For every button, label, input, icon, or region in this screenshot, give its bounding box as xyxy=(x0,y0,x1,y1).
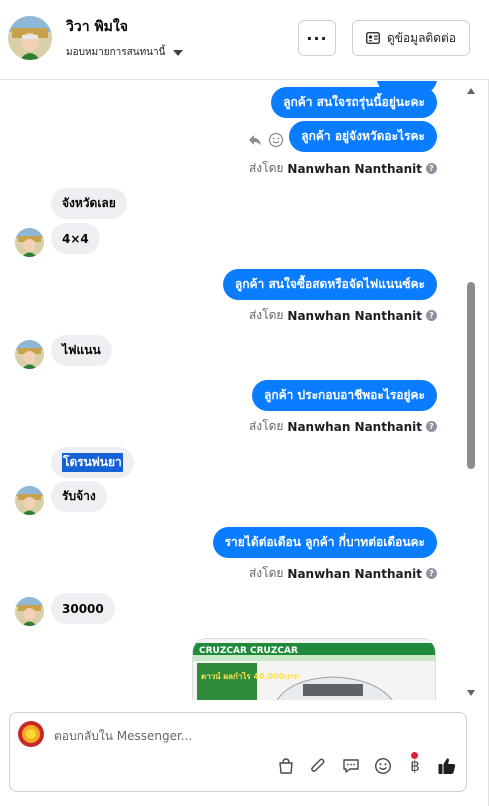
scroll-down-arrow-icon[interactable] xyxy=(467,690,475,696)
sent-by-prefix: ส่งโดย xyxy=(248,419,284,433)
like-icon[interactable] xyxy=(437,756,457,776)
react-icon[interactable] xyxy=(268,132,284,148)
message-bubble-incoming[interactable]: จังหวัดเลย xyxy=(51,188,127,219)
avatar xyxy=(15,340,44,369)
image-promo-text: ดาวน์ ผลกำไร 40,000บาท xyxy=(201,671,299,681)
view-contact-label: ดูข้อมูลติดต่อ xyxy=(386,30,457,45)
sent-by-prefix: ส่งโดย xyxy=(248,566,284,580)
notification-dot xyxy=(411,752,418,759)
baht-icon[interactable]: ฿ xyxy=(405,756,425,776)
sent-by-line: ส่งโดย Nanwhan Nanthanit ? xyxy=(249,417,437,436)
avatar xyxy=(15,486,44,515)
sent-by-line: ส่งโดย Nanwhan Nanthanit ? xyxy=(249,159,437,178)
bag-icon[interactable] xyxy=(276,756,296,776)
more-options-button[interactable]: ··· xyxy=(298,20,336,56)
avatar[interactable] xyxy=(8,16,52,60)
saved-reply-icon[interactable] xyxy=(341,756,361,776)
page-avatar xyxy=(18,721,44,747)
more-icon: ··· xyxy=(306,28,328,48)
info-icon[interactable]: ? xyxy=(426,421,437,432)
emoji-icon[interactable] xyxy=(373,756,393,776)
assign-label: มอบหมายการสนทนานี้ xyxy=(66,47,166,58)
reply-input[interactable]: ตอบกลับใน Messenger... xyxy=(54,727,192,746)
sender-name: Nanwhan Nanthanit xyxy=(287,419,422,434)
message-bubble-outgoing[interactable]: รายได้ต่อเดือน ลูกค้า กี่บาทต่อเดือนคะ xyxy=(212,527,437,558)
info-icon[interactable]: ? xyxy=(426,310,437,321)
sender-name: Nanwhan Nanthanit xyxy=(287,566,422,581)
info-icon[interactable]: ? xyxy=(426,568,437,579)
image-message[interactable]: CRUZCAR CRUZCAR ดาวน์ ผลกำไร 40,000บาท xyxy=(192,638,436,700)
sender-name: Nanwhan Nanthanit xyxy=(287,308,422,323)
reply-icon[interactable] xyxy=(248,133,262,147)
message-bubble-outgoing[interactable]: ลูกค้า สนใจซื้อสดหรือจัดไฟแนนซ์คะ xyxy=(222,269,437,300)
message-bubble-outgoing[interactable]: ลูกค้า ประกอบอาชีพอะไรอยู่คะ xyxy=(251,380,437,411)
chevron-down-icon xyxy=(173,49,184,56)
selected-text: โดรนพ่นยา xyxy=(62,453,123,472)
contact-card-icon xyxy=(366,32,380,44)
view-contact-button[interactable]: ดูข้อมูลติดต่อ xyxy=(352,20,470,56)
avatar xyxy=(15,228,44,257)
scroll-up-arrow-icon[interactable] xyxy=(467,88,475,94)
avatar xyxy=(15,597,44,626)
message-bubble-incoming[interactable]: 4×4 xyxy=(51,223,100,254)
message-bubble-incoming[interactable]: ไฟแนน xyxy=(51,335,112,366)
message-bubble-outgoing[interactable]: ลูกค้า สนใจรถรุ่นนี้อยู่นะคะ xyxy=(271,87,437,118)
message-bubble-incoming[interactable]: รับจ้าง xyxy=(51,481,107,512)
contact-name: วิวา พิมใจ xyxy=(66,19,128,35)
sent-by-prefix: ส่งโดย xyxy=(248,161,284,175)
sent-by-line: ส่งโดย Nanwhan Nanthanit ? xyxy=(249,306,437,325)
message-bubble-incoming[interactable]: 30000 xyxy=(51,593,115,624)
sent-by-prefix: ส่งโดย xyxy=(248,308,284,322)
sender-name: Nanwhan Nanthanit xyxy=(287,161,422,176)
sent-by-line: ส่งโดย Nanwhan Nanthanit ? xyxy=(249,564,437,583)
scrollbar-thumb[interactable] xyxy=(467,282,475,469)
messenger-panel: วิวา พิมใจ มอบหมายการสนทนานี้ ··· ดูข้อม… xyxy=(0,0,489,806)
message-bubble-incoming[interactable]: โดรนพ่นยา xyxy=(51,447,134,478)
conversation-header: วิวา พิมใจ มอบหมายการสนทนานี้ ··· ดูข้อม… xyxy=(0,0,489,80)
reply-composer[interactable]: ตอบกลับใน Messenger... ฿ xyxy=(9,712,467,792)
assign-conversation-dropdown[interactable]: มอบหมายการสนทนานี้ xyxy=(66,45,184,60)
image-brand-text: CRUZCAR CRUZCAR xyxy=(199,646,298,656)
info-icon[interactable]: ? xyxy=(426,163,437,174)
message-list[interactable]: ลูกค้า สนใจรถรุ่นนี้อยู่นะคะ ลูกค้า อยู่… xyxy=(0,81,462,700)
message-bubble-outgoing[interactable]: ลูกค้า อยู่จังหวัดอะไรคะ xyxy=(289,121,437,152)
attach-icon[interactable] xyxy=(308,756,328,776)
